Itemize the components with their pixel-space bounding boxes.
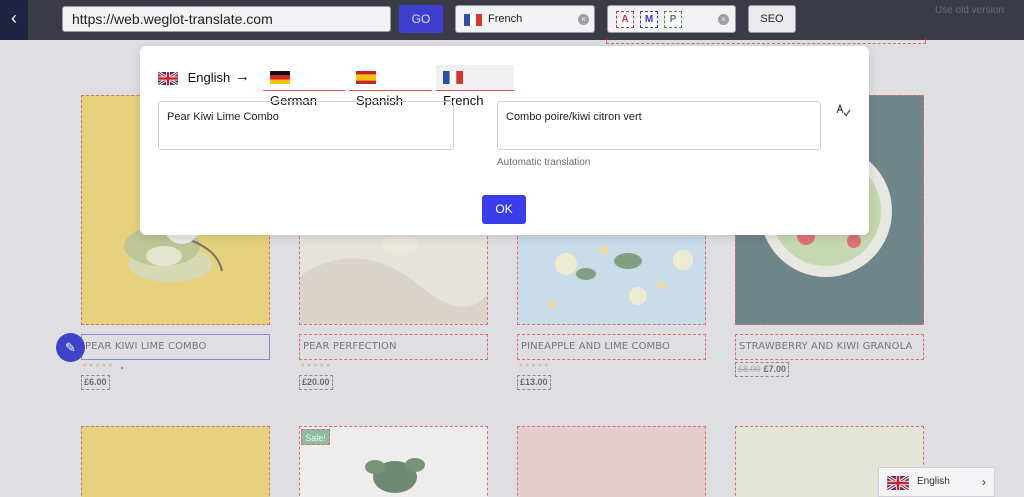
seo-button[interactable]: SEO [748, 5, 796, 33]
spain-flag-icon [356, 71, 376, 84]
use-old-version-link[interactable]: Use old version [935, 5, 1004, 16]
uk-flag-icon [887, 476, 909, 490]
amp-tag-p[interactable]: P [664, 11, 682, 28]
go-button[interactable]: GO [399, 5, 443, 33]
tab-spanish[interactable]: Spanish [349, 65, 432, 108]
uk-flag-icon [158, 72, 178, 85]
chevron-left-icon: ‹ [11, 8, 17, 28]
amp-filter[interactable]: A M P × [607, 5, 736, 33]
editor-toolbar: ‹ https://web.weglot-translate.com GO Fr… [0, 0, 1024, 40]
pencil-icon: ✎ [65, 340, 76, 355]
tab-german[interactable]: German [263, 65, 345, 108]
language-switcher-label: English [917, 476, 950, 487]
germany-flag-icon [270, 71, 290, 84]
france-flag-icon [443, 71, 463, 84]
amp-tag-m[interactable]: M [640, 11, 658, 28]
original-text-field[interactable]: Pear Kiwi Lime Combo [158, 101, 454, 150]
ok-button[interactable]: OK [482, 195, 526, 224]
automatic-translation-label: Automatic translation [497, 157, 591, 168]
translation-text-field[interactable]: Combo poire/kiwi citron vert [497, 101, 821, 150]
back-button[interactable]: ‹ [0, 0, 28, 40]
source-language-label: English [187, 70, 231, 85]
chevron-right-icon: › [982, 475, 986, 489]
language-select-value: French [488, 13, 523, 25]
clear-icon[interactable]: × [718, 14, 729, 25]
language-select[interactable]: French × [455, 5, 595, 33]
france-flag-icon [464, 14, 482, 26]
url-input[interactable]: https://web.weglot-translate.com [62, 6, 391, 32]
edit-button[interactable]: ✎ [56, 333, 85, 362]
spellcheck-icon[interactable] [835, 102, 851, 118]
amp-tag-a[interactable]: A [616, 11, 634, 28]
clear-icon[interactable]: × [578, 14, 589, 25]
arrow-right-icon: → [235, 68, 250, 85]
source-language: English [158, 70, 230, 85]
language-switcher[interactable]: English › [878, 467, 995, 497]
tab-french[interactable]: French [436, 65, 514, 108]
translation-modal: English → German Spanish French Pear Kiw… [140, 46, 869, 235]
